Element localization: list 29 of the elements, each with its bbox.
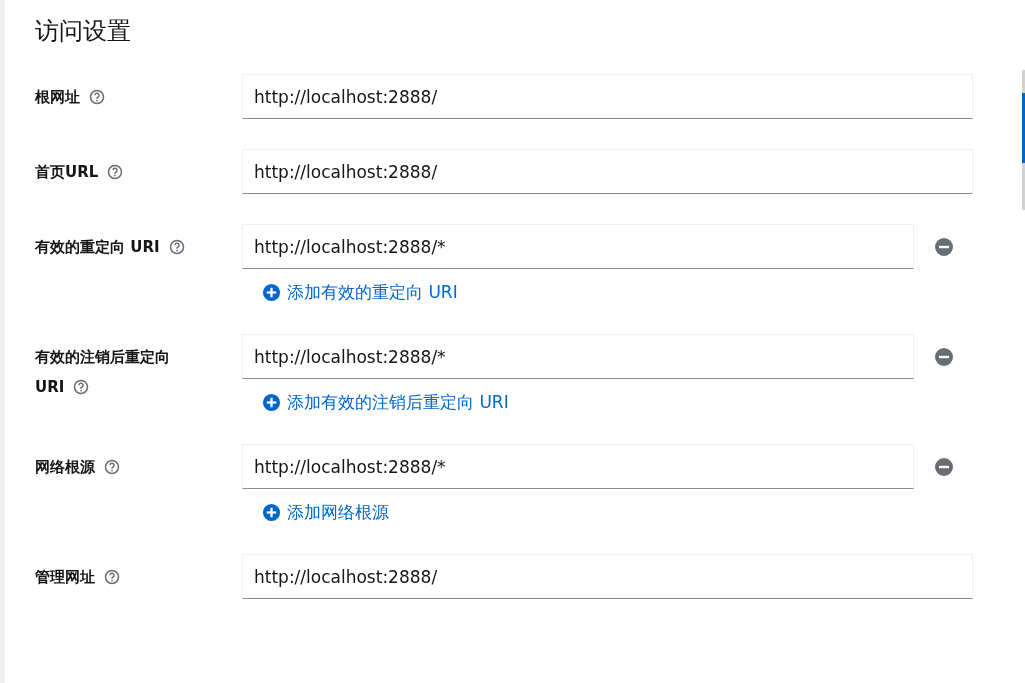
field-label: 管理网址 [35, 562, 195, 592]
url-input[interactable]: http://localhost:2888/* [242, 334, 914, 379]
url-input[interactable]: http://localhost:2888/* [242, 444, 914, 489]
active-marker [1022, 93, 1025, 163]
remove-icon[interactable] [934, 236, 954, 257]
remove-icon[interactable] [934, 346, 954, 367]
field-label: 首页URL [35, 157, 195, 187]
help-icon[interactable] [168, 239, 185, 255]
help-icon[interactable] [89, 89, 105, 105]
plus-icon [262, 282, 281, 302]
plus-icon [262, 392, 281, 412]
help-icon[interactable] [104, 459, 120, 475]
help-icon[interactable] [104, 569, 120, 585]
url-input[interactable]: http://localhost:2888/ [242, 554, 973, 599]
remove-icon[interactable] [934, 456, 954, 477]
add-link[interactable]: 添加有效的注销后重定向 URI [262, 391, 509, 413]
url-input[interactable]: http://localhost:2888/ [242, 149, 973, 194]
url-input[interactable]: http://localhost:2888/ [242, 74, 973, 119]
help-icon[interactable] [73, 379, 90, 395]
add-link[interactable]: 添加网络根源 [262, 501, 389, 523]
field-label: 有效的重定向 URI [35, 232, 195, 262]
url-input[interactable]: http://localhost:2888/* [242, 224, 914, 269]
field-label: 网络根源 [35, 452, 195, 482]
add-link[interactable]: 添加有效的重定向 URI [262, 281, 458, 303]
plus-icon [262, 502, 281, 522]
field-label: 有效的注销后重定向 URI [35, 347, 171, 398]
help-icon[interactable] [107, 164, 124, 180]
field-label: 根网址 [35, 82, 195, 112]
section-title: 访问设置 [35, 16, 132, 47]
